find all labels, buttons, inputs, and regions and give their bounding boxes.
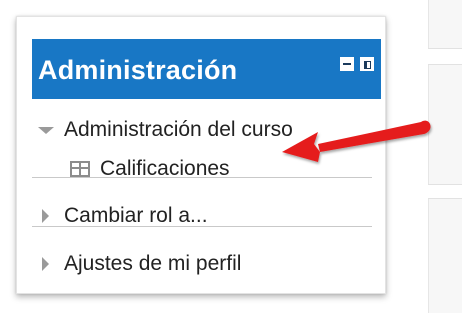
background-panel [428,198,462,313]
tree-item-label: Calificaciones [100,157,230,180]
background-divider [428,198,462,199]
dock-icon[interactable] [360,57,374,71]
tree-item-label: Administración del curso [64,118,293,141]
tree-item-label: Ajustes de mi perfil [64,252,242,275]
background-divider [428,48,462,49]
minimize-icon[interactable] [340,57,354,71]
tree-divider [32,177,372,178]
grades-table-icon [70,161,90,177]
collapsed-triangle-icon [42,209,49,223]
block-title: Administración [38,55,238,85]
expanded-triangle-icon [38,127,54,134]
red-arrow-icon [282,120,431,162]
screenshot-stage: Administración Administración del curso … [0,0,462,313]
tree-divider [32,226,372,227]
collapsed-triangle-icon [42,257,49,271]
background-divider [428,64,462,65]
block-header: Administración [32,39,381,99]
background-panel [428,0,462,48]
background-divider [428,184,462,185]
